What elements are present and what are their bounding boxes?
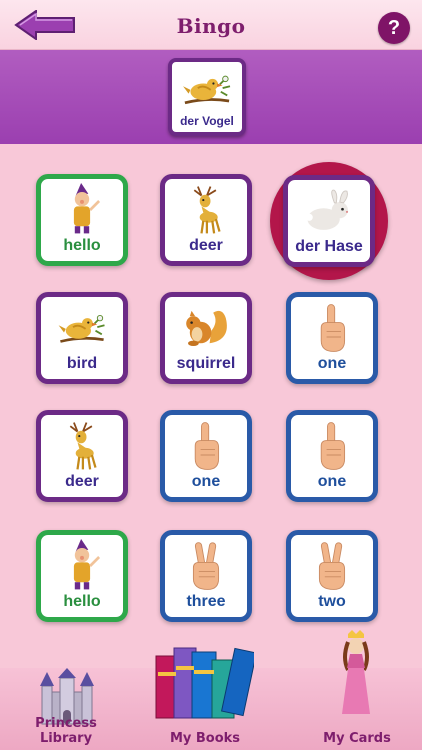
bingo-card-der-hase[interactable]: der Hase — [283, 175, 375, 267]
nav-label: My Books — [169, 731, 241, 746]
help-button[interactable]: ? — [378, 12, 410, 44]
card-label: hello — [63, 593, 101, 610]
bingo-card-two[interactable]: two — [286, 530, 378, 622]
bingo-card-hello[interactable]: hello — [36, 530, 128, 622]
bingo-card-one[interactable]: one — [286, 292, 378, 384]
bingo-card-bird[interactable]: bird — [36, 292, 128, 384]
card-label: one — [317, 355, 347, 372]
card-label: squirrel — [176, 355, 236, 372]
hand-one-finger-icon — [305, 301, 359, 355]
deer-icon — [55, 419, 109, 473]
nav-my-books[interactable]: My Books — [150, 647, 260, 746]
bingo-card-squirrel[interactable]: squirrel — [160, 292, 252, 384]
hand-one-finger-icon — [179, 419, 233, 473]
nav-label: My Cards — [323, 731, 391, 746]
bingo-card-deer[interactable]: deer — [36, 410, 128, 502]
hand-two-fingers-icon — [305, 539, 359, 593]
card-label: three — [186, 593, 226, 610]
card-label: deer — [189, 237, 223, 254]
nav-my-cards[interactable]: My Cards — [308, 630, 406, 746]
deer-icon — [179, 183, 233, 237]
gnome-icon — [55, 183, 109, 237]
bingo-card-deer[interactable]: deer — [160, 174, 252, 266]
bingo-card-hello[interactable]: hello — [36, 174, 128, 266]
hand-one-finger-icon — [305, 419, 359, 473]
top-bar: Bingo ? — [0, 0, 422, 50]
books-icon — [155, 647, 254, 719]
card-label: one — [317, 473, 347, 490]
nav-label: Princess Library — [35, 716, 97, 746]
gnome-icon — [55, 539, 109, 593]
hand-two-fingers-icon — [179, 539, 233, 593]
nav-princess-library[interactable]: Princess Library — [8, 668, 124, 746]
card-label: deer — [65, 473, 99, 490]
card-label: two — [318, 593, 346, 610]
card-label: hello — [63, 237, 101, 254]
page-title: Bingo — [176, 14, 246, 38]
called-card-label: der Vogel — [180, 114, 234, 128]
bottom-nav: Princess Library My Books My Cards — [0, 630, 422, 750]
card-label: one — [191, 473, 221, 490]
called-card: der Vogel — [168, 58, 246, 136]
card-label: bird — [66, 355, 98, 372]
bird-icon — [178, 66, 236, 112]
bird-icon — [55, 301, 109, 355]
card-label: der Hase — [295, 238, 363, 255]
bingo-card-one[interactable]: one — [160, 410, 252, 502]
squirrel-icon — [179, 301, 233, 355]
bingo-card-one[interactable]: one — [286, 410, 378, 502]
rabbit-icon — [302, 184, 356, 238]
bingo-card-three[interactable]: three — [160, 530, 252, 622]
princess-icon — [342, 630, 370, 714]
